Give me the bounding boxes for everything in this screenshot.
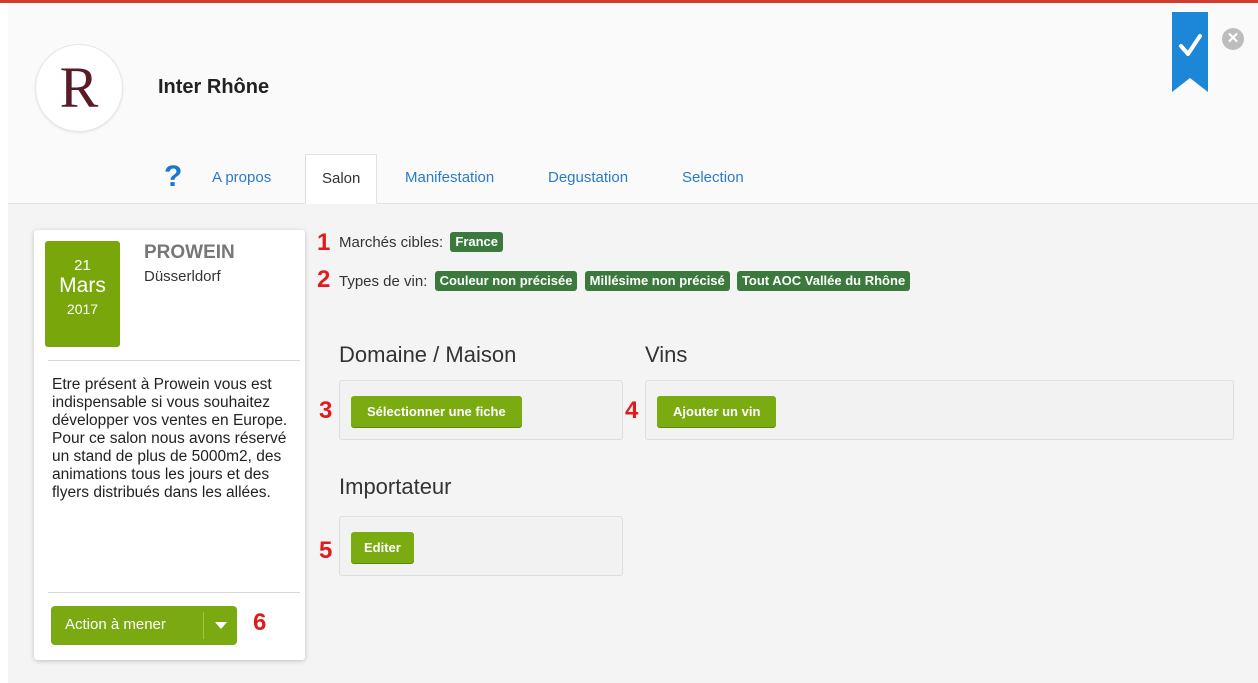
tab-manifestation[interactable]: Manifestation (389, 154, 510, 204)
select-sheet-button[interactable]: Sélectionner une fiche (351, 396, 522, 427)
marker-6: 6 (253, 609, 267, 636)
vins-title: Vins (645, 342, 688, 367)
domaine-title: Domaine / Maison (339, 342, 517, 367)
marker-1: 1 (317, 229, 331, 256)
marker-5: 5 (319, 537, 333, 564)
event-year: 2017 (66, 301, 99, 317)
brand-name: Inter Rhône (158, 76, 270, 98)
tab-selection[interactable]: Selection (666, 154, 760, 204)
marker-3: 3 (319, 397, 333, 424)
wine-types: Types de vin: Couleur non précisée Millé… (339, 271, 911, 291)
wine-types-label: Types de vin: (339, 273, 428, 290)
brand-logo: R (36, 45, 122, 131)
marker-2: 2 (317, 266, 331, 293)
target-markets: Marchés cibles: France (339, 232, 504, 252)
event-description: Etre présent à Prowein vous est indispen… (52, 376, 288, 501)
marker-4: 4 (625, 397, 639, 424)
tab-degustation[interactable]: Degustation (532, 154, 644, 204)
event-month: Mars (59, 274, 106, 297)
tab-a-propos[interactable]: A propos (196, 154, 287, 204)
event-day: 21 (74, 257, 91, 274)
event-card: 21 Mars 2017 PROWEIN Düsserldorf Etre pr… (34, 230, 305, 660)
button-separator (203, 612, 204, 639)
bookmark-check-icon[interactable] (1172, 12, 1208, 92)
edit-importer-button[interactable]: Editer (351, 532, 414, 563)
tab-salon[interactable]: Salon (305, 154, 378, 204)
target-markets-label: Marchés cibles: (339, 234, 444, 251)
wine-type-tag: Millésime non précisé (584, 271, 730, 291)
card-divider (48, 360, 300, 361)
close-icon[interactable]: ✕ (1222, 28, 1244, 50)
importateur-title: Importateur (339, 474, 452, 499)
event-city: Düsserldorf (144, 268, 221, 285)
wine-type-tag: Tout AOC Vallée du Rhône (736, 271, 911, 291)
add-wine-button[interactable]: Ajouter un vin (657, 396, 777, 427)
action-label: Action à mener (65, 616, 166, 633)
event-date-badge: 21 Mars 2017 (45, 241, 120, 347)
card-divider (48, 592, 300, 593)
wine-type-tag: Couleur non précisée (434, 271, 578, 291)
market-tag: France (450, 232, 504, 252)
caret-down-icon[interactable] (215, 622, 227, 629)
event-name: PROWEIN (144, 242, 235, 263)
question-icon[interactable]: ? (164, 162, 182, 192)
action-dropdown-button[interactable]: Action à mener (51, 606, 237, 645)
